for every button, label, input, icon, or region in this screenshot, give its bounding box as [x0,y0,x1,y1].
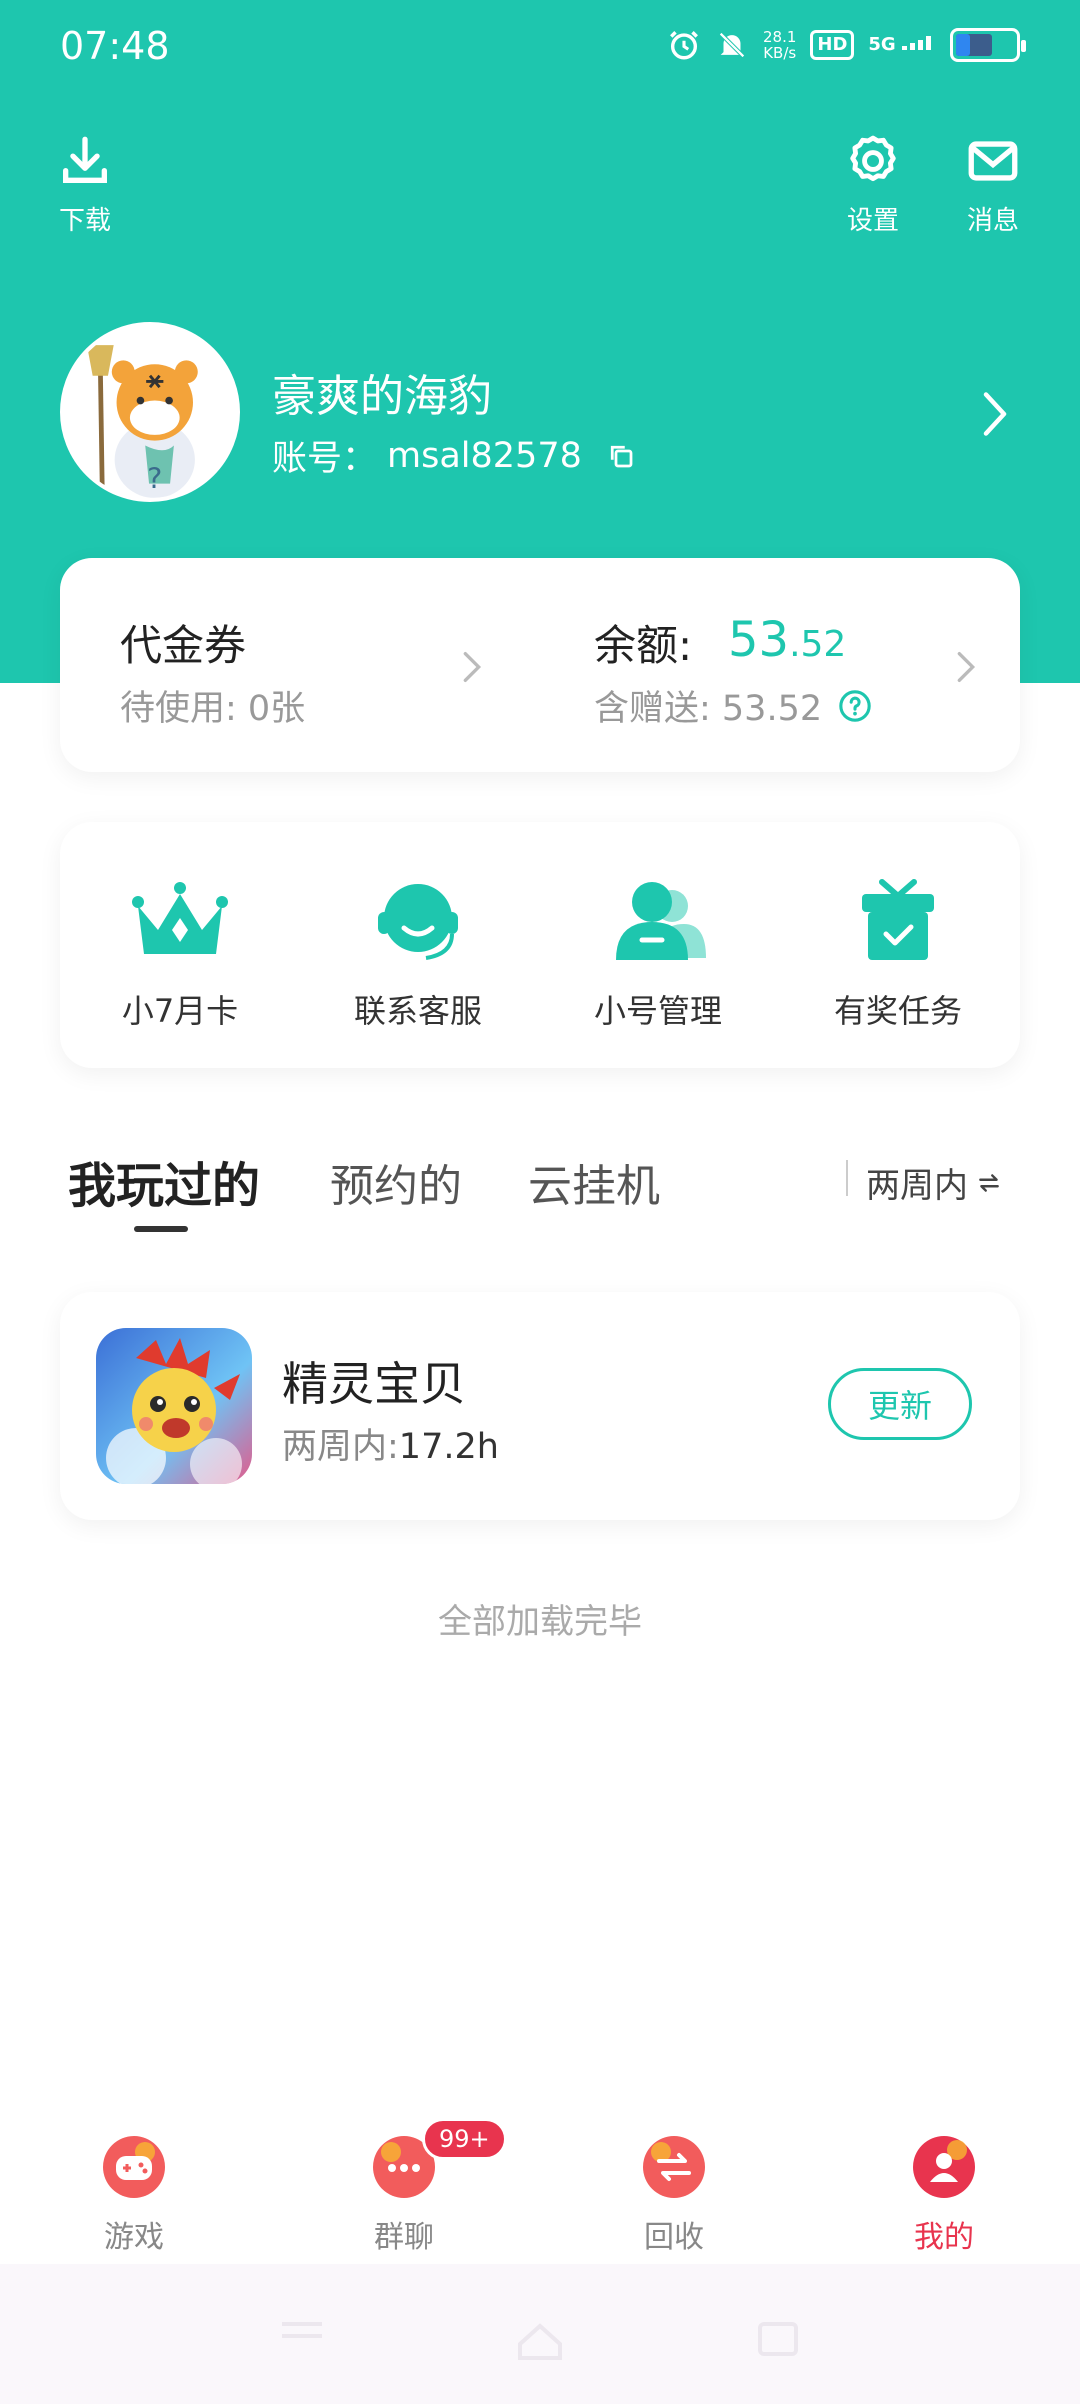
time-filter-label: 两周内 [866,1166,968,1206]
game-playtime: 两周内:17.2h [282,1418,499,1469]
alarm-icon [670,31,698,60]
status-icons: 28.1 KB/s HD 5G [667,28,1026,62]
shortcut-label: 有奖任务 [833,992,962,1030]
account-id: msal82578 [387,435,582,476]
download-icon [63,136,107,183]
gamepad-icon [103,2136,165,2198]
battery-level [956,34,992,56]
settings-button[interactable]: 设置 [828,132,918,237]
users-icon [616,882,706,960]
system-navigation-bar [0,2264,1080,2404]
bottom-nav: 游戏 99+ 群聊 回收 我的 [0,2108,1080,2264]
status-bar: 07:48 28.1 KB/s HD 5G [0,0,1080,96]
mute-bell-icon [719,32,745,58]
shortcuts-card: 小7月卡 联系客服 小号管理 有奖任务 [60,822,1020,1068]
swap-icon [979,1173,999,1192]
nav-label: 游戏 [104,2220,164,2255]
svg-text:?: ? [147,461,162,495]
nav-item-games[interactable]: 游戏 [54,2134,214,2256]
help-icon[interactable] [838,689,872,723]
profile-chevron-icon[interactable] [980,390,1010,438]
coupon-status: 待使用: 0张 [120,689,306,729]
avatar[interactable]: ? [60,322,240,502]
balance-decimal: .52 [789,624,847,665]
nav-label: 回收 [644,2220,704,2255]
battery-icon [950,28,1026,62]
nav-item-mine[interactable]: 我的 [864,2134,1024,2256]
game-name: 精灵宝贝 [282,1357,466,1411]
nav-item-group-chat[interactable]: 99+ 群聊 [324,2118,507,2256]
tab-played[interactable]: 我玩过的 [68,1146,260,1216]
tab-active-indicator [134,1226,188,1232]
profile-account: 账号： msal82578 [272,430,636,481]
shortcut-label: 联系客服 [353,992,482,1030]
balance-bonus: 含赠送: 53.52 [594,680,872,731]
coupon-chevron-icon [463,652,482,682]
nav-label: 我的 [914,2220,974,2255]
time-filter-button[interactable]: 两周内 [866,1158,1002,1207]
balance-label: 余额: [594,621,693,670]
gift-icon [862,879,934,960]
messages-button[interactable]: 消息 [948,132,1038,237]
settings-label: 设置 [846,206,899,236]
crown-icon [132,882,228,954]
tab-cloud-hosting[interactable]: 云挂机 [528,1150,660,1214]
balance-integer: 53 [728,612,790,668]
copy-icon[interactable] [606,441,636,471]
system-nav-icons [282,2322,798,2360]
signal-label: 5G [868,34,896,55]
game-playtime-label: 两周内: [282,1427,399,1467]
shortcut-label: 小号管理 [593,992,722,1030]
unread-badge: 99+ [422,2118,507,2160]
filter-divider [846,1160,848,1196]
gear-icon [850,135,896,182]
status-time: 07:48 [60,24,170,68]
balance-value: 53.52 [728,612,846,668]
profile-name[interactable]: 豪爽的海豹 [272,360,492,424]
messages-label: 消息 [966,206,1019,236]
shortcut-reward-tasks[interactable]: 有奖任务 [798,872,998,1032]
network-speed-unit: KB/s [763,44,797,62]
download-button[interactable]: 下载 [40,132,130,237]
balance-bonus-text: 含赠送: 53.52 [594,689,823,729]
person-icon [913,2136,975,2198]
shortcut-sub-accounts[interactable]: 小号管理 [558,872,758,1032]
hd-badge: HD [810,30,855,60]
network-speed: 28.1 KB/s [763,29,796,61]
nav-item-recycle[interactable]: 回收 [594,2134,754,2256]
game-playtime-value: 17.2h [398,1427,499,1467]
account-prefix: 账号： [272,439,378,479]
game-icon[interactable] [96,1328,252,1484]
tab-reserved[interactable]: 预约的 [330,1150,462,1214]
update-button[interactable]: 更新 [828,1368,972,1440]
download-label: 下载 [58,206,111,236]
load-complete-text: 全部加载完毕 [438,1602,642,1642]
shortcut-monthly-card[interactable]: 小7月卡 [80,872,280,1032]
balance-chevron-icon [957,652,976,682]
tiger-avatar-icon: ? [64,326,236,498]
shortcut-customer-service[interactable]: 联系客服 [318,872,518,1032]
wallet-card: 代金券 待使用: 0张 余额: 53.52 含赠送: 53.52 [60,558,1020,772]
game-mascot-icon [106,1338,242,1484]
signal-icon [902,36,931,50]
nav-label: 群聊 [374,2220,434,2255]
mail-icon [968,141,1018,181]
game-card[interactable]: 精灵宝贝 两周内:17.2h 更新 [60,1292,1020,1520]
shortcut-label: 小7月卡 [121,992,239,1030]
network-speed-value: 28.1 [762,28,797,46]
coupon-title: 代金券 [120,621,247,670]
headset-icon [378,884,458,960]
signal-5g: 5G [868,36,936,54]
exchange-icon [643,2136,705,2198]
